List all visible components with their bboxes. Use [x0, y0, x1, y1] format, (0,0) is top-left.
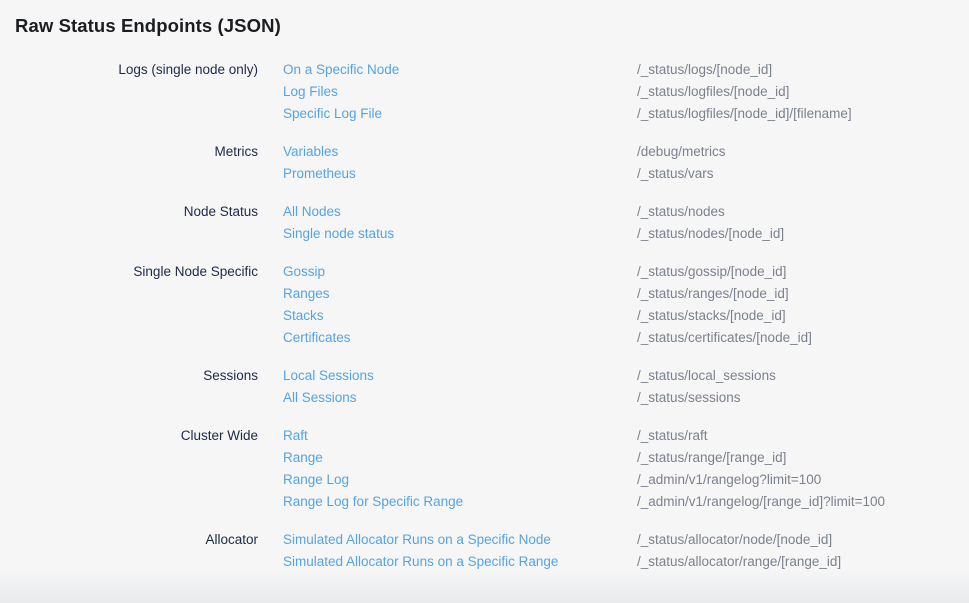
endpoint-path: /_status/sessions — [637, 387, 741, 409]
endpoint-link[interactable]: Stacks — [283, 305, 637, 327]
endpoint-link[interactable]: Variables — [283, 141, 637, 163]
endpoint-link[interactable]: All Nodes — [283, 201, 637, 223]
endpoint-row: Range /_status/range/[range_id] — [283, 447, 954, 469]
endpoint-rows: Simulated Allocator Runs on a Specific N… — [283, 529, 954, 573]
endpoint-link[interactable]: On a Specific Node — [283, 59, 637, 81]
endpoint-row: Range Log /_admin/v1/rangelog?limit=100 — [283, 469, 954, 491]
category-label: Cluster Wide — [15, 425, 258, 513]
endpoint-path: /_admin/v1/rangelog/[range_id]?limit=100 — [637, 491, 885, 513]
endpoint-row: Simulated Allocator Runs on a Specific R… — [283, 551, 954, 573]
endpoint-row: Specific Log File /_status/logfiles/[nod… — [283, 103, 954, 125]
endpoint-path: /_status/allocator/node/[node_id] — [637, 529, 832, 551]
endpoint-path: /_status/logfiles/[node_id] — [637, 81, 789, 103]
endpoint-row: Simulated Allocator Runs on a Specific N… — [283, 529, 954, 551]
page-bottom-gradient — [0, 569, 969, 603]
endpoint-rows: Raft /_status/raft Range /_status/range/… — [283, 425, 954, 513]
endpoint-row: All Nodes /_status/nodes — [283, 201, 954, 223]
endpoint-link[interactable]: Range Log — [283, 469, 637, 491]
endpoint-path: /_status/stacks/[node_id] — [637, 305, 786, 327]
endpoint-link[interactable]: Prometheus — [283, 163, 637, 185]
endpoint-link[interactable]: Gossip — [283, 261, 637, 283]
endpoint-path: /_status/gossip/[node_id] — [637, 261, 786, 283]
endpoint-rows: Variables /debug/metrics Prometheus /_st… — [283, 141, 954, 185]
endpoint-rows: Local Sessions /_status/local_sessions A… — [283, 365, 954, 409]
endpoint-link[interactable]: Single node status — [283, 223, 637, 245]
endpoint-group-metrics: Metrics Variables /debug/metrics Prometh… — [15, 141, 954, 185]
endpoint-rows: Gossip /_status/gossip/[node_id] Ranges … — [283, 261, 954, 349]
endpoint-group-single-node-specific: Single Node Specific Gossip /_status/gos… — [15, 261, 954, 349]
endpoint-path: /_status/raft — [637, 425, 708, 447]
category-label: Sessions — [15, 365, 258, 409]
endpoint-path: /_status/ranges/[node_id] — [637, 283, 789, 305]
endpoint-path: /_status/nodes/[node_id] — [637, 223, 784, 245]
category-label: Allocator — [15, 529, 258, 573]
endpoint-row: Prometheus /_status/vars — [283, 163, 954, 185]
endpoint-link[interactable]: Range Log for Specific Range — [283, 491, 637, 513]
endpoint-group-node-status: Node Status All Nodes /_status/nodes Sin… — [15, 201, 954, 245]
endpoint-group-logs: Logs (single node only) On a Specific No… — [15, 59, 954, 125]
endpoint-path: /_status/range/[range_id] — [637, 447, 786, 469]
endpoint-rows: All Nodes /_status/nodes Single node sta… — [283, 201, 954, 245]
endpoint-link[interactable]: All Sessions — [283, 387, 637, 409]
endpoint-row: Log Files /_status/logfiles/[node_id] — [283, 81, 954, 103]
endpoint-path: /_status/logs/[node_id] — [637, 59, 772, 81]
endpoint-link[interactable]: Certificates — [283, 327, 637, 349]
endpoint-row: Stacks /_status/stacks/[node_id] — [283, 305, 954, 327]
endpoint-row: Gossip /_status/gossip/[node_id] — [283, 261, 954, 283]
endpoint-path: /_status/nodes — [637, 201, 725, 223]
endpoint-link[interactable]: Raft — [283, 425, 637, 447]
endpoint-group-sessions: Sessions Local Sessions /_status/local_s… — [15, 365, 954, 409]
endpoint-link[interactable]: Local Sessions — [283, 365, 637, 387]
endpoint-link[interactable]: Simulated Allocator Runs on a Specific R… — [283, 551, 637, 573]
endpoint-row: Raft /_status/raft — [283, 425, 954, 447]
endpoint-link[interactable]: Specific Log File — [283, 103, 637, 125]
category-label: Single Node Specific — [15, 261, 258, 349]
endpoint-group-allocator: Allocator Simulated Allocator Runs on a … — [15, 529, 954, 573]
endpoint-row: Local Sessions /_status/local_sessions — [283, 365, 954, 387]
endpoint-rows: On a Specific Node /_status/logs/[node_i… — [283, 59, 954, 125]
endpoint-row: All Sessions /_status/sessions — [283, 387, 954, 409]
endpoint-path: /_status/allocator/range/[range_id] — [637, 551, 841, 573]
category-label: Metrics — [15, 141, 258, 185]
endpoint-path: /_status/vars — [637, 163, 714, 185]
endpoint-path: /_status/logfiles/[node_id]/[filename] — [637, 103, 852, 125]
endpoint-row: Certificates /_status/certificates/[node… — [283, 327, 954, 349]
endpoint-path: /_admin/v1/rangelog?limit=100 — [637, 469, 821, 491]
endpoint-path: /debug/metrics — [637, 141, 726, 163]
endpoint-group-cluster-wide: Cluster Wide Raft /_status/raft Range /_… — [15, 425, 954, 513]
endpoint-row: Single node status /_status/nodes/[node_… — [283, 223, 954, 245]
category-label: Logs (single node only) — [15, 59, 258, 125]
endpoint-row: Range Log for Specific Range /_admin/v1/… — [283, 491, 954, 513]
endpoint-path: /_status/certificates/[node_id] — [637, 327, 812, 349]
endpoint-row: Variables /debug/metrics — [283, 141, 954, 163]
page-title: Raw Status Endpoints (JSON) — [15, 13, 954, 39]
endpoint-row: Ranges /_status/ranges/[node_id] — [283, 283, 954, 305]
endpoint-link[interactable]: Log Files — [283, 81, 637, 103]
raw-status-endpoints-section: Raw Status Endpoints (JSON) Logs (single… — [0, 0, 969, 573]
endpoint-row: On a Specific Node /_status/logs/[node_i… — [283, 59, 954, 81]
endpoint-path: /_status/local_sessions — [637, 365, 776, 387]
endpoint-link[interactable]: Simulated Allocator Runs on a Specific N… — [283, 529, 637, 551]
endpoint-link[interactable]: Range — [283, 447, 637, 469]
endpoint-link[interactable]: Ranges — [283, 283, 637, 305]
category-label: Node Status — [15, 201, 258, 245]
